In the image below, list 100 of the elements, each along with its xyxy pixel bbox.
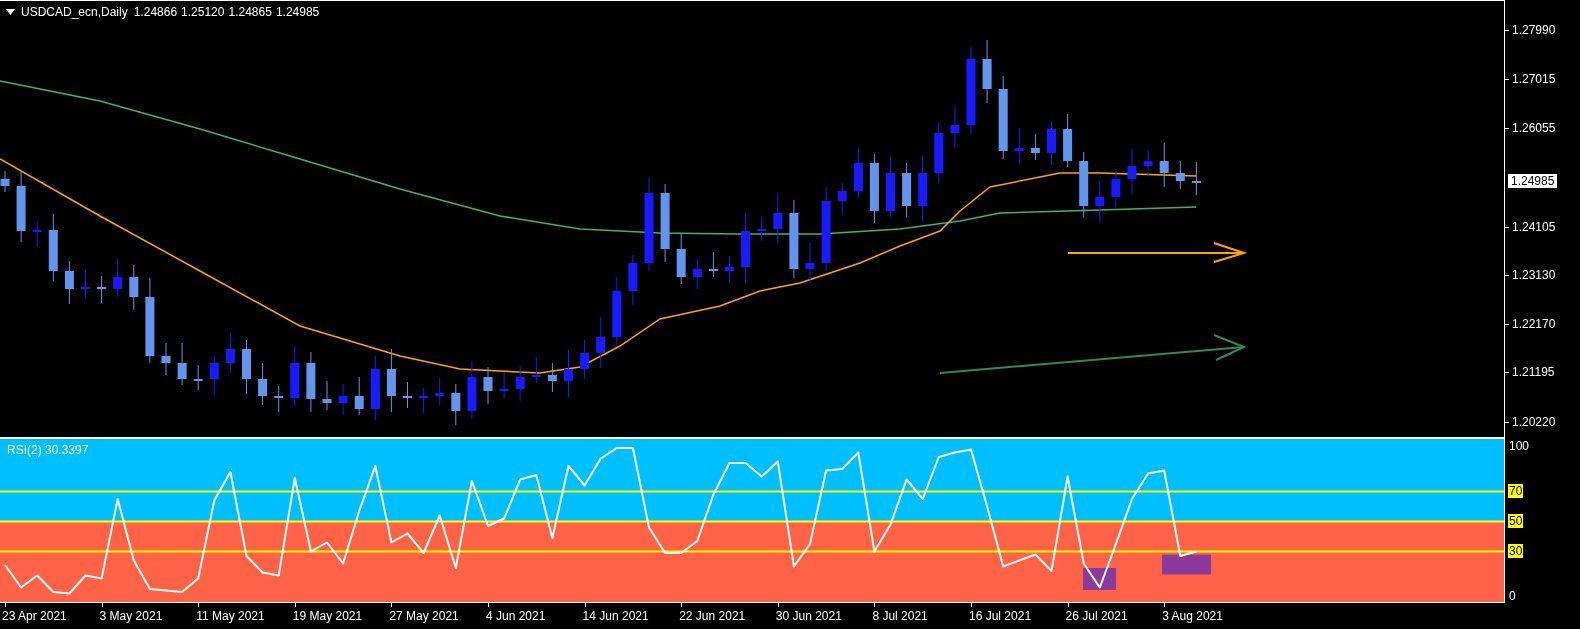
candlestick — [1095, 180, 1105, 223]
candlestick — [1014, 127, 1024, 165]
candlestick — [467, 360, 477, 420]
candlestick — [837, 182, 847, 215]
price-label: 1.26055 — [1512, 121, 1556, 135]
candlestick — [950, 106, 960, 149]
candlestick — [354, 376, 364, 416]
candlestick — [612, 276, 622, 347]
date-label: 19 May 2021 — [292, 609, 363, 623]
candlestick — [419, 387, 429, 414]
date-label: 23 Apr 2021 — [2, 609, 67, 623]
price-quote: 1.24865 — [228, 5, 272, 19]
candlestick — [1063, 113, 1073, 168]
candlestick — [129, 264, 139, 311]
candlestick — [853, 147, 863, 199]
date-label: 3 Aug 2021 — [1162, 609, 1223, 623]
candlestick — [161, 342, 171, 376]
date-label: 26 Jul 2021 — [1065, 609, 1128, 623]
candlestick — [48, 213, 58, 282]
date-label: 14 Jun 2021 — [582, 609, 649, 623]
candlestick — [242, 339, 251, 395]
candlestick — [32, 220, 42, 248]
candlestick — [338, 383, 348, 416]
candlestick — [596, 316, 606, 369]
date-label: 11 May 2021 — [196, 609, 265, 623]
date-label: 4 Jun 2021 — [486, 609, 546, 623]
candlestick — [1127, 148, 1137, 195]
level-label: 70 — [1508, 483, 1524, 498]
candlestick — [628, 254, 638, 306]
candlestick — [81, 269, 90, 299]
price-label: 1.22170 — [1512, 317, 1556, 331]
symbol-label: USDCAD_ecn,Daily — [21, 5, 128, 19]
candlestick — [1159, 142, 1169, 188]
candlestick — [483, 366, 493, 405]
candlestick — [306, 351, 316, 413]
price-label: 1.21195 — [1512, 365, 1555, 379]
candlestick — [1030, 133, 1040, 161]
date-label: 8 Jul 2021 — [872, 609, 928, 623]
axis-label: 0 — [1508, 588, 1517, 603]
price-label: 1.27990 — [1512, 23, 1556, 37]
candlestick — [403, 381, 412, 409]
candlestick — [1111, 168, 1121, 208]
candlestick — [258, 362, 268, 406]
price-quote: 1.24866 — [133, 5, 178, 19]
candlestick — [64, 260, 74, 305]
candlestick — [869, 153, 879, 224]
price-label: 1.24105 — [1512, 220, 1556, 234]
price-quote: 1.25120 — [181, 5, 225, 19]
candlestick — [934, 121, 944, 184]
candlestick — [692, 258, 702, 290]
candlestick — [918, 155, 928, 223]
candlestick — [1175, 160, 1185, 190]
axis-label: 100 — [1508, 438, 1531, 453]
candlestick — [580, 339, 590, 380]
candlestick — [676, 232, 686, 285]
candlestick — [531, 356, 541, 384]
price-label: 1.20220 — [1512, 415, 1556, 429]
candlestick — [805, 242, 815, 284]
dropdown-triangle-icon[interactable] — [6, 9, 15, 15]
candlestick — [451, 383, 461, 426]
candlestick — [725, 255, 734, 283]
candlestick — [113, 258, 123, 298]
candlestick — [1191, 161, 1201, 196]
candlestick — [902, 162, 912, 218]
date-label: 22 Jun 2021 — [679, 609, 746, 623]
candlestick — [97, 275, 107, 304]
candlestick — [564, 349, 573, 398]
candlestick — [290, 345, 300, 407]
date-label: 16 Jul 2021 — [969, 609, 1032, 623]
candlestick — [177, 342, 187, 386]
level-label: 30 — [1508, 543, 1524, 558]
date-label: 27 May 2021 — [389, 609, 459, 623]
indicator-title: RSI(2) 30.3397 — [7, 443, 89, 457]
candlestick — [886, 156, 895, 218]
candlestick — [0, 170, 10, 193]
level-label: 50 — [1508, 513, 1524, 528]
candlestick — [225, 333, 235, 374]
candlestick — [547, 362, 557, 393]
price-quote: 1.24985 — [275, 5, 320, 19]
candlestick — [499, 371, 509, 399]
candlestick — [209, 354, 219, 396]
candlestick — [274, 385, 284, 413]
date-label: 3 May 2021 — [99, 609, 163, 623]
date-label: 30 Jun 2021 — [775, 609, 842, 623]
price-label: 1.27015 — [1512, 72, 1556, 86]
candlestick — [322, 380, 332, 411]
candlestick — [757, 216, 767, 242]
candlestick — [708, 251, 718, 278]
candlestick — [982, 39, 992, 104]
candlestick — [1143, 149, 1153, 176]
candlestick — [435, 377, 445, 406]
candlestick — [741, 212, 751, 284]
price-label: 1.23130 — [1512, 268, 1556, 282]
candlestick — [386, 348, 396, 413]
candlestick — [1047, 120, 1056, 166]
candlestick — [193, 364, 203, 391]
candlestick — [1079, 151, 1089, 218]
candlestick — [370, 355, 380, 421]
candlestick — [773, 193, 783, 245]
candlestick — [515, 365, 525, 402]
